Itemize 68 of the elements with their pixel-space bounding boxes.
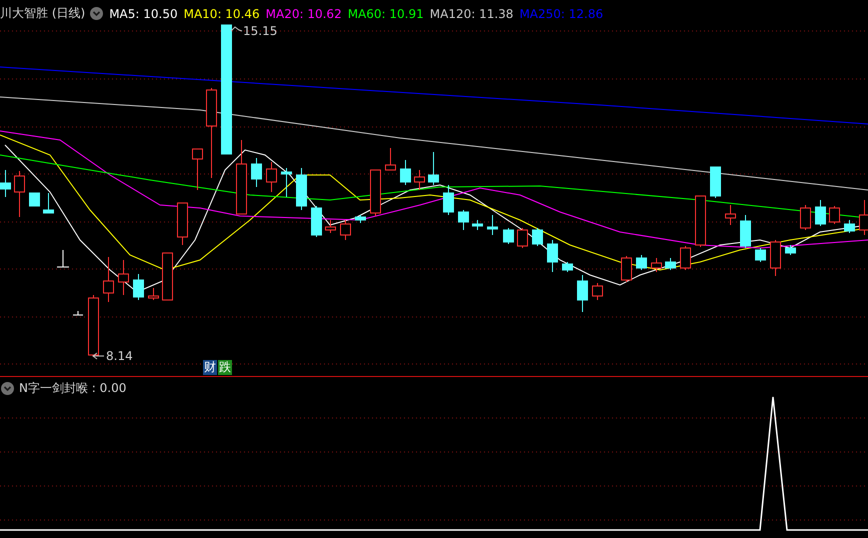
dropdown-icon[interactable] [90,7,104,20]
candlestick [517,228,528,248]
candlestick [503,228,514,244]
candlestick [532,228,543,246]
candlestick [281,168,292,198]
candlestick [725,204,736,226]
moving-average-value: MA120: 11.38 [430,6,514,20]
candlestick [621,256,632,282]
high-price-label: 15.15 [243,24,278,38]
candlestick [665,258,676,270]
candlestick [755,248,766,262]
candlestick [577,274,588,312]
candlestick [311,206,322,238]
event-tag[interactable]: 财 [203,360,217,375]
candlestick [472,220,483,230]
candlestick [562,262,573,272]
indicator-label: N字一剑封喉 : 0.00 [19,380,126,397]
candlestick [177,202,188,246]
candlestick [740,214,751,248]
candlestick [815,200,826,226]
candlestick [414,170,425,190]
candlestick [428,152,439,186]
candlestick [370,170,381,216]
moving-average-value: MA5: 10.50 [109,6,178,20]
dropdown-icon[interactable] [1,382,14,395]
candlestick [710,166,721,198]
candlestick [443,184,454,216]
candlestick [547,240,558,272]
candlestick [785,244,796,256]
candlestick [680,246,691,270]
candlestick [385,148,396,170]
moving-average-value: MA20: 10.62 [266,6,342,20]
candlestick [43,192,54,214]
candlestick [0,170,11,198]
moving-average-value: MA60: 10.91 [348,6,424,20]
candlestick [636,254,647,270]
candlestick [340,220,351,240]
candlestick [592,282,603,300]
candlestick [829,206,840,224]
candlestick [14,170,25,218]
stock-title: 川大智胜 (日线) [0,5,86,22]
moving-average-value: MA10: 10.46 [184,6,260,20]
candlestick [103,256,114,302]
candlestick [266,162,277,192]
candlestick [695,196,706,248]
candlestick [162,252,173,300]
candlestick [325,220,336,234]
candlestick [355,214,366,224]
event-tag[interactable]: 跌 [218,360,232,375]
candlestick [148,288,159,300]
candlestick [800,204,811,230]
candlestick [651,258,662,272]
candlestick [118,260,129,296]
candlestick [400,160,411,186]
candlestick [133,274,144,300]
candlestick [88,294,99,358]
leader-line [92,352,104,360]
leader-line [230,26,242,32]
candlestick [458,210,469,230]
candlestick [487,214,498,236]
candlestick [251,158,262,188]
candlestick [296,168,307,210]
candlestick [844,220,855,234]
candlestick [770,240,781,276]
candlestick [29,192,40,206]
moving-average-value: MA250: 12.86 [519,6,604,20]
low-price-label: 8.14 [106,349,133,363]
candlestick [192,148,203,190]
